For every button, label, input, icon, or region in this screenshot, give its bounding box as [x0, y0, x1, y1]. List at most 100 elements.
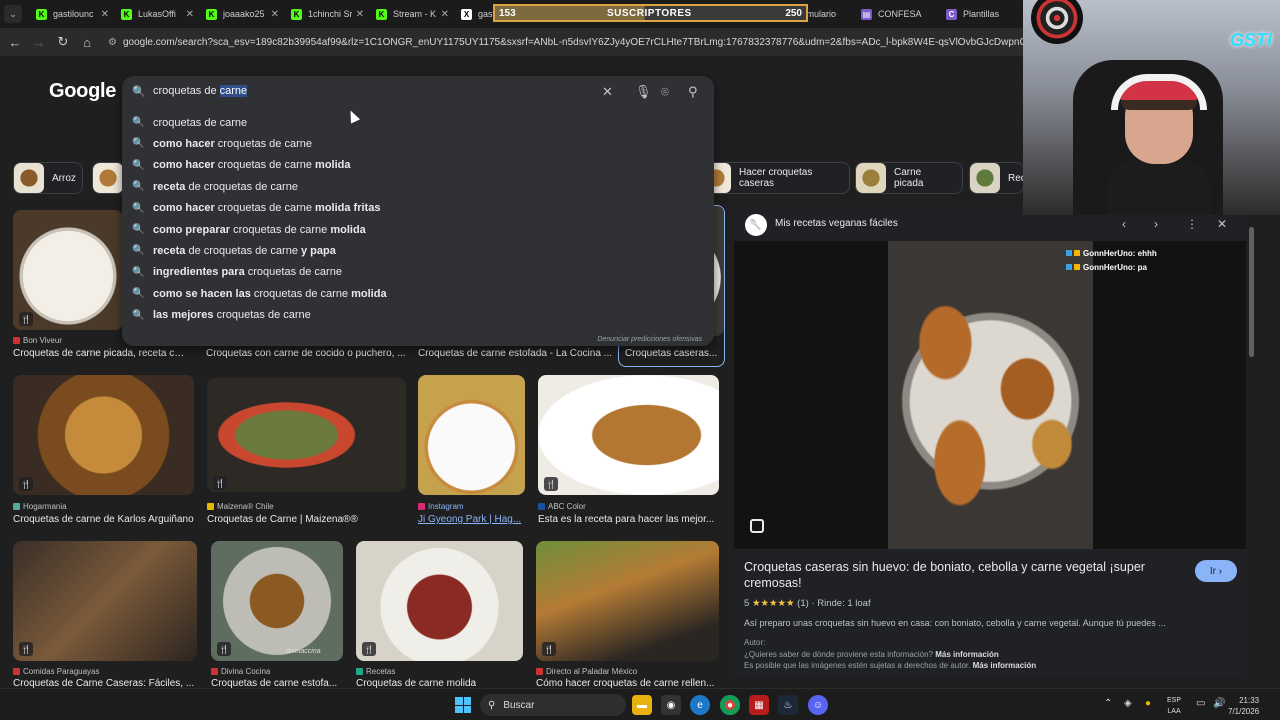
result-caption[interactable]: Esta es la receta para hacer las mejor..…: [538, 514, 719, 525]
tray-mic-icon[interactable]: ●: [1145, 698, 1151, 709]
search-suggestion[interactable]: 🔍 ingredientes para croquetas de carne: [122, 262, 714, 283]
result-caption[interactable]: Croquetas de carne estofada - La Cocina …: [418, 348, 613, 359]
result-image[interactable]: [356, 541, 523, 661]
result-caption[interactable]: Croquetas de Carne | Maizena®®: [207, 514, 406, 525]
steam-icon[interactable]: ♨: [778, 695, 798, 715]
result-image[interactable]: [13, 541, 197, 661]
network-icon[interactable]: ▭: [1196, 698, 1205, 709]
result-card[interactable]: 🍴 Maizena® Chile Croquetas de Carne | Ma…: [207, 378, 406, 528]
report-predictions-link[interactable]: Denunciar predicciones ofensivas: [597, 336, 702, 343]
chip-hacer-croquetas[interactable]: Hacer croquetas caseras: [700, 162, 850, 194]
obs-icon[interactable]: ◉: [661, 695, 681, 715]
search-suggestion[interactable]: 🔍 como hacer croquetas de carne: [122, 133, 714, 154]
tab-close-icon[interactable]: ✕: [441, 9, 449, 20]
address-bar[interactable]: ⚙ google.com/search?sca_esv=189c82b39954…: [108, 32, 1023, 52]
tab-close-icon[interactable]: ✕: [186, 9, 194, 20]
site-info-icon[interactable]: ⚙: [108, 37, 117, 48]
search-suggestion[interactable]: 🔍 receta de croquetas de carne y papa: [122, 240, 714, 261]
result-card[interactable]: 🍴 Bon Viveur Croquetas de carne picada, …: [13, 210, 188, 360]
volume-icon[interactable]: 🔊: [1213, 698, 1225, 709]
panel-site-name[interactable]: Mis recetas veganas fáciles: [775, 218, 898, 229]
file-explorer-icon[interactable]: ▬: [632, 695, 652, 715]
browser-tab[interactable]: K LukasOffi ✕: [115, 3, 200, 25]
result-source[interactable]: Bon Viveur: [13, 336, 62, 345]
browser-tab[interactable]: C Plantillas: [940, 3, 1025, 25]
chip-arroz[interactable]: Arroz: [13, 162, 83, 194]
camera-lens-icon[interactable]: ⌾: [661, 84, 669, 100]
result-card[interactable]: 🍴 Recetas Croquetas de carne molida: [356, 541, 523, 689]
chip-rec[interactable]: Rec: [969, 162, 1024, 194]
result-card[interactable]: 🍴 ABC Color Esta es la receta para hacer…: [538, 375, 719, 527]
preview-image[interactable]: [888, 241, 1093, 549]
discord-icon[interactable]: ☺: [808, 695, 828, 715]
google-logo[interactable]: Google: [49, 80, 116, 103]
search-submit-icon[interactable]: ⚲: [688, 84, 698, 100]
result-caption[interactable]: Croquetas con carne de cocido o puchero,…: [206, 348, 406, 359]
result-card[interactable]: 🍴 Directo al Paladar México Cómo hacer c…: [536, 541, 719, 689]
search-query[interactable]: croquetas de carne: [153, 85, 248, 97]
search-suggestion[interactable]: 🔍 las mejores croquetas de carne: [122, 305, 714, 326]
home-icon[interactable]: ⌂: [75, 30, 99, 54]
browser-tab[interactable]: K Stream - K ✕: [370, 3, 455, 25]
result-source[interactable]: Maizena® Chile: [207, 502, 274, 511]
result-card[interactable]: 🍴 divinaccina Divina Cocina Croquetas de…: [211, 541, 343, 689]
result-image[interactable]: [536, 541, 719, 661]
result-card[interactable]: Instagram Ji Gyeong Park | Hag...: [418, 375, 526, 527]
tray-chevron-up-icon[interactable]: ⌃: [1104, 698, 1112, 709]
result-image[interactable]: [418, 375, 525, 495]
chip-carne-picada[interactable]: Carne picada: [855, 162, 963, 194]
search-suggestion[interactable]: 🔍 como hacer croquetas de carne molida fr…: [122, 198, 714, 219]
tab-close-icon[interactable]: ✕: [271, 9, 279, 20]
go-button[interactable]: Ir ›: [1195, 560, 1237, 582]
result-caption[interactable]: Croquetas de carne de Karlos Arguiñano: [13, 514, 203, 525]
browser-tab[interactable]: Kjoaaako25 ✕: [200, 3, 285, 25]
tab-search-icon[interactable]: ⌄: [4, 5, 22, 23]
microphone-icon[interactable]: 🎙: [635, 84, 652, 100]
result-image[interactable]: [207, 378, 406, 492]
tab-close-icon[interactable]: ✕: [356, 9, 364, 20]
app-icon[interactable]: ▦: [749, 695, 769, 715]
panel-scrollbar[interactable]: [1248, 207, 1256, 677]
result-card[interactable]: 🍴 Hogarmania Croquetas de carne de Karlo…: [13, 375, 194, 525]
more-info-link-2[interactable]: Más información: [973, 661, 1037, 670]
result-card[interactable]: 🍴 Comidas Paraguayas Croquetas de Carne …: [13, 541, 198, 689]
result-source[interactable]: Recetas: [356, 667, 395, 676]
chevron-left-icon[interactable]: ‹: [1122, 217, 1126, 231]
lens-search-icon[interactable]: [750, 519, 764, 533]
search-suggestion[interactable]: 🔍 receta de croquetas de carne: [122, 176, 714, 197]
browser-tab[interactable]: K 1chinchi Sr ✕: [285, 3, 370, 25]
clock[interactable]: 21:33 7/1/2026: [1228, 695, 1259, 717]
tray-app-icon[interactable]: ◈: [1124, 698, 1132, 709]
search-suggestion[interactable]: 🔍 como hacer croquetas de carne molida: [122, 155, 714, 176]
result-source[interactable]: Divina Cocina: [211, 667, 270, 676]
windows-start-icon[interactable]: [455, 697, 471, 713]
taskbar-search[interactable]: ⚲ Buscar: [480, 694, 626, 716]
clear-icon[interactable]: ✕: [602, 84, 613, 100]
browser-tab[interactable]: ▤ CONFESA: [855, 3, 940, 25]
browser-tab[interactable]: Kgastilounc ✕: [30, 3, 115, 25]
edge-icon[interactable]: e: [690, 695, 710, 715]
more-options-icon[interactable]: ⋮: [1186, 217, 1198, 231]
chrome-icon[interactable]: ●: [720, 695, 740, 715]
search-input[interactable]: 🔍 croquetas de carne ✕ 🎙 ⌾ ⚲: [122, 76, 714, 108]
result-source[interactable]: Comidas Paraguayas: [13, 667, 99, 676]
result-image[interactable]: [13, 375, 194, 495]
tab-close-icon[interactable]: ✕: [101, 9, 109, 20]
search-suggestion[interactable]: 🔍 como preparar croquetas de carne molida: [122, 219, 714, 240]
result-source[interactable]: Directo al Paladar México: [536, 667, 637, 676]
panel-title[interactable]: Croquetas caseras sin huevo: de boniato,…: [744, 559, 1164, 591]
reload-icon[interactable]: ↻: [51, 30, 75, 54]
search-suggestion[interactable]: 🔍 croquetas de carne: [122, 112, 714, 133]
language-indicator[interactable]: ESP LAA: [1167, 695, 1181, 717]
search-suggestion[interactable]: 🔍 como se hacen las croquetas de carne mo…: [122, 283, 714, 304]
back-arrow-icon[interactable]: ←: [3, 30, 27, 54]
result-caption[interactable]: Ji Gyeong Park | Hag...: [418, 514, 526, 525]
result-caption[interactable]: Croquetas caseras...: [625, 348, 720, 359]
more-info-link[interactable]: Más información: [935, 650, 999, 659]
result-caption[interactable]: Croquetas de carne picada, receta ca...: [13, 348, 188, 359]
result-source[interactable]: ABC Color: [538, 502, 586, 511]
close-icon[interactable]: ✕: [1217, 217, 1227, 231]
result-image[interactable]: [538, 375, 719, 495]
result-source[interactable]: Instagram: [418, 502, 464, 511]
result-source[interactable]: Hogarmania: [13, 502, 67, 511]
